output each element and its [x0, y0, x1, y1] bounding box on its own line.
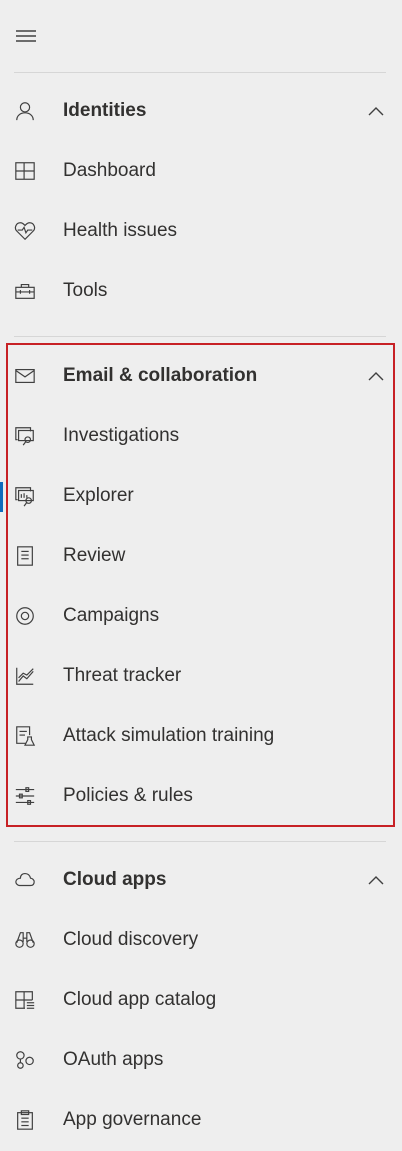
nav-item-label: Policies & rules	[63, 785, 193, 806]
nav-item-label: OAuth apps	[63, 1049, 164, 1070]
nav-item-label: Campaigns	[63, 605, 160, 626]
section-header-identities[interactable]: Identities	[0, 81, 402, 141]
nav-item-threat-tracker[interactable]: Threat tracker	[0, 646, 402, 706]
nav-item-label: Cloud app catalog	[63, 989, 217, 1010]
section-header-email-collaboration[interactable]: Email & collaboration	[0, 346, 402, 406]
nav-item-label: Review	[63, 545, 126, 566]
explorer-icon	[13, 484, 37, 508]
chevron-up-icon[interactable]	[366, 369, 386, 383]
divider	[14, 72, 386, 73]
toolbox-icon	[13, 279, 37, 303]
nav-item-tools[interactable]: Tools	[0, 261, 402, 321]
nav-item-campaigns[interactable]: Campaigns	[0, 586, 402, 646]
person-icon	[13, 99, 37, 123]
nav-section-email-collaboration: Email & collaboration Investigations Exp…	[0, 346, 402, 826]
nav-item-label: Cloud discovery	[63, 929, 199, 950]
oauth-icon	[13, 1048, 37, 1072]
chevron-up-icon[interactable]	[366, 104, 386, 118]
nav-item-label: Explorer	[63, 485, 134, 506]
nav-item-review[interactable]: Review	[0, 526, 402, 586]
nav-item-dashboard[interactable]: Dashboard	[0, 141, 402, 201]
nav-item-oauth-apps[interactable]: OAuth apps	[0, 1030, 402, 1090]
hamburger-icon	[16, 30, 36, 42]
binoculars-icon	[13, 928, 37, 952]
divider	[14, 841, 386, 842]
nav-item-cloud-app-catalog[interactable]: Cloud app catalog	[0, 970, 402, 1030]
cloud-icon	[13, 868, 37, 892]
nav-item-app-governance[interactable]: App governance	[0, 1090, 402, 1150]
nav-item-label: App governance	[63, 1109, 202, 1130]
dashboard-icon	[13, 159, 37, 183]
section-header-cloud-apps[interactable]: Cloud apps	[0, 850, 402, 910]
mail-icon	[13, 364, 37, 388]
nav-item-attack-simulation-training[interactable]: Attack simulation training	[0, 706, 402, 766]
divider	[14, 336, 386, 337]
nav-item-health-issues[interactable]: Health issues	[0, 201, 402, 261]
investigation-icon	[13, 424, 37, 448]
nav-item-label: Health issues	[63, 220, 178, 241]
nav-item-label: Dashboard	[63, 160, 156, 181]
target-icon	[13, 604, 37, 628]
chevron-up-icon[interactable]	[366, 873, 386, 887]
nav-item-investigations[interactable]: Investigations	[0, 406, 402, 466]
heart-pulse-icon	[13, 219, 37, 243]
nav-item-policies-rules[interactable]: Policies & rules	[0, 766, 402, 826]
nav-item-label: Threat tracker	[63, 665, 182, 686]
nav-item-explorer[interactable]: Explorer	[0, 466, 402, 526]
chart-line-icon	[13, 664, 37, 688]
nav-section-identities: Identities Dashboard Health issues Tools	[0, 81, 402, 321]
nav-item-label: Investigations	[63, 425, 180, 446]
nav-item-cloud-discovery[interactable]: Cloud discovery	[0, 910, 402, 970]
nav-item-label: Tools	[63, 280, 108, 301]
review-icon	[13, 544, 37, 568]
sliders-icon	[13, 784, 37, 808]
nav-section-cloud-apps: Cloud apps Cloud discovery Cloud app cat…	[0, 850, 402, 1150]
hamburger-menu-button[interactable]	[14, 26, 38, 46]
clipboard-icon	[13, 1108, 37, 1132]
section-title: Identities	[63, 100, 147, 121]
section-title: Cloud apps	[63, 869, 167, 890]
catalog-icon	[13, 988, 37, 1012]
section-title: Email & collaboration	[63, 365, 258, 386]
active-item-indicator	[0, 482, 3, 512]
nav-item-label: Attack simulation training	[63, 725, 275, 746]
simulation-icon	[13, 724, 37, 748]
